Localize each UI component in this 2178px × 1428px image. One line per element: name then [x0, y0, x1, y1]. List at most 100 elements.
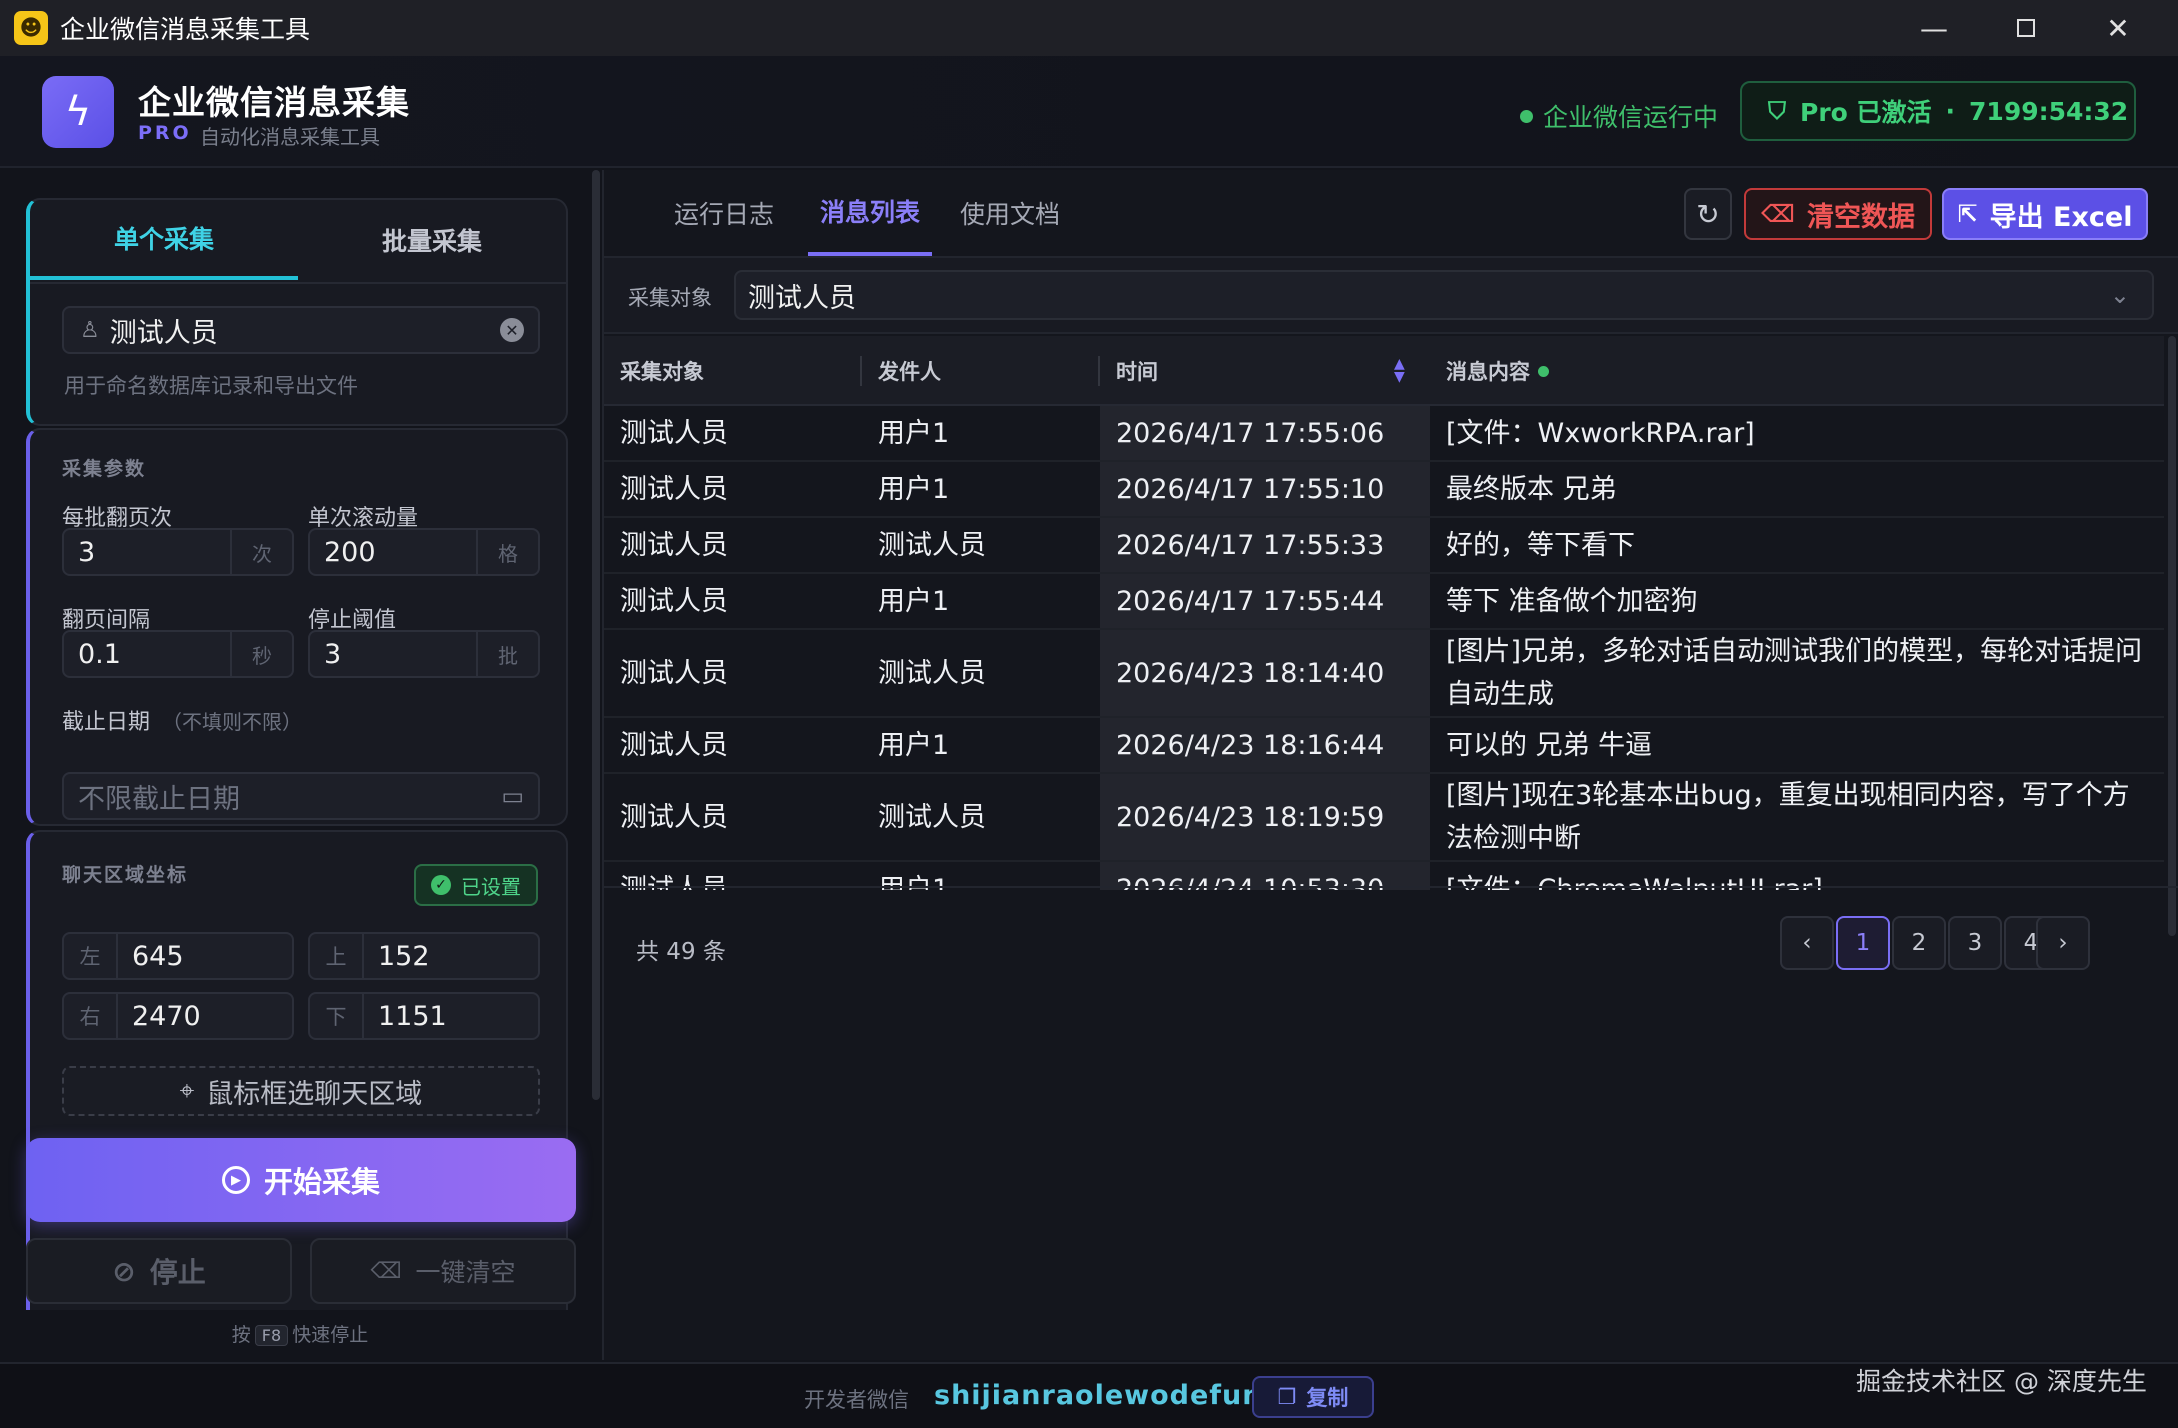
params-title: 采集参数	[62, 458, 147, 480]
cell-sender: 测试人员	[878, 529, 986, 561]
coords-status-text: 已设置	[461, 874, 521, 899]
stop-threshold-unit: 批	[476, 632, 538, 676]
tab-docs[interactable]: 使用文档	[948, 170, 1072, 256]
license-timer: 7199:54:32	[1969, 96, 2129, 126]
license-status: Pro 已激活	[1800, 98, 1932, 127]
col-sender: 发件人	[878, 360, 941, 384]
tab-batch-collect[interactable]: 批量采集	[298, 200, 566, 280]
collect-mode-card: 单个采集 批量采集 ♙ 测试人员 ✕ 用于命名数据库记录和导出文件	[26, 198, 568, 426]
license-pill: ⛉ Pro 已激活 · 7199:54:32	[1740, 81, 2136, 141]
table-row[interactable]: 测试人员 用户1 2026/4/17 17:55:10 最终版本 兄弟	[604, 462, 2164, 518]
cell-target: 测试人员	[620, 801, 728, 833]
clear-input-icon[interactable]: ✕	[500, 318, 524, 342]
hint-pre: 按	[231, 1324, 251, 1346]
start-collect-button[interactable]: ▶ 开始采集	[26, 1138, 576, 1222]
table-row[interactable]: 测试人员 测试人员 2026/4/23 18:19:59 [图片]现在3轮基本出bug…	[604, 774, 2164, 862]
page-button-1[interactable]: 1	[1836, 916, 1890, 970]
page-interval-field[interactable]: 0.1 秒	[62, 630, 294, 678]
tab-run-log[interactable]: 运行日志	[654, 170, 794, 256]
cell-sender: 用户1	[878, 417, 950, 449]
coord-top-field[interactable]: 上 152	[308, 932, 540, 980]
hint-post: 快速停止	[292, 1324, 369, 1346]
window-title: 企业微信消息采集工具	[60, 15, 311, 44]
export-excel-label: 导出 Excel	[1989, 201, 2133, 233]
prev-page-button[interactable]: ‹	[1780, 916, 1834, 970]
table-row[interactable]: 测试人员 测试人员 2026/4/17 17:55:33 好的，等下看下	[604, 518, 2164, 574]
table-scrollbar[interactable]	[2168, 336, 2176, 936]
next-page-button[interactable]: ›	[2036, 916, 2090, 970]
table-header: 采集对象 发件人 时间 ▲ ▼ 消息内容	[604, 336, 2164, 406]
coord-left-value: 645	[132, 940, 184, 972]
col-target: 采集对象	[620, 360, 704, 384]
clear-data-button[interactable]: ⌫ 清空数据	[1744, 188, 1932, 240]
coord-bottom-field[interactable]: 下 1151	[308, 992, 540, 1040]
chevron-left-icon: ‹	[1802, 930, 1812, 956]
copy-label: 复制	[1306, 1386, 1349, 1410]
select-chat-area-button[interactable]: ⌖ 鼠标框选聊天区域	[62, 1066, 540, 1116]
export-excel-button[interactable]: ⇱ 导出 Excel	[1942, 188, 2148, 240]
table-row[interactable]: 测试人员 测试人员 2026/4/23 18:14:40 [图片]兄弟，多轮对话自动测…	[604, 630, 2164, 718]
page-interval-unit: 秒	[230, 632, 292, 676]
clear-data-label: 清空数据	[1806, 201, 1915, 233]
shield-check-icon: ⛉	[1768, 97, 1786, 125]
tab-divider	[30, 282, 568, 284]
coord-right-field[interactable]: 右 2470	[62, 992, 294, 1040]
wecom-status: 企业微信运行中	[1520, 98, 1718, 134]
cell-content: 好的，等下看下	[1446, 529, 1635, 561]
copy-button[interactable]: ❐ 复制	[1252, 1376, 1374, 1418]
tab-message-list[interactable]: 消息列表	[808, 170, 932, 256]
bottom-bar: 开发者微信 shijianraolewodefumu ❐ 复制	[0, 1362, 2178, 1428]
table-row[interactable]: 测试人员 用户1 2026/4/17 17:55:06 [文件：WxworkRPA.r…	[604, 406, 2164, 462]
scroll-amount-value: 200	[324, 536, 376, 568]
live-dot-icon	[1538, 365, 1549, 377]
cell-content: [图片]现在3轮基本出bug，重复出现相同内容，写了个方法检测中断	[1446, 780, 2130, 854]
pages-per-batch-field[interactable]: 3 次	[62, 528, 294, 576]
scroll-amount-field[interactable]: 200 格	[308, 528, 540, 576]
coord-left-field[interactable]: 左 645	[62, 932, 294, 980]
title-bar: ☻ 企业微信消息采集工具 — ✕	[0, 0, 2178, 56]
target-name-input[interactable]: ♙ 测试人员 ✕	[62, 306, 540, 354]
status-dot-icon	[1520, 109, 1533, 123]
stop-threshold-field[interactable]: 3 批	[308, 630, 540, 678]
eraser-icon: ⌫	[370, 1258, 402, 1284]
watermark: 掘金技术社区 @ 深度先生	[1856, 1367, 2147, 1396]
params-card: 采集参数 每批翻页次 3 次 单次滚动量 200 格 翻页间隔 0.1 秒 停止…	[26, 428, 568, 826]
cell-sender: 测试人员	[878, 657, 986, 689]
deadline-date-picker[interactable]: 不限截止日期 ▭	[62, 772, 540, 820]
calendar-icon: ▭	[501, 782, 524, 810]
target-filter-select[interactable]: 测试人员 ⌄	[734, 270, 2154, 320]
wecom-status-text: 企业微信运行中	[1543, 103, 1719, 132]
message-table-body: 测试人员 用户1 2026/4/17 17:55:06 [文件：WxworkRPA.r…	[604, 406, 2164, 890]
table-footer-divider	[604, 886, 2178, 888]
deadline-placeholder: 不限截止日期	[78, 783, 240, 815]
cell-content: 可以的 兄弟 牛逼	[1446, 729, 1653, 761]
table-row[interactable]: 测试人员 用户1 2026/4/23 18:16:44 可以的 兄弟 牛逼	[604, 718, 2164, 774]
sort-icon[interactable]: ▲ ▼	[1394, 357, 1405, 384]
target-filter-row: 采集对象 测试人员 ⌄	[604, 258, 2178, 334]
lightning-icon: ϟ	[42, 76, 114, 148]
col-time[interactable]: 时间	[1100, 336, 1158, 406]
cell-sender: 用户1	[878, 729, 950, 761]
cell-content: [图片]兄弟，多轮对话自动测试我们的模型，每轮对话提问自动生成	[1446, 636, 2143, 710]
minimize-button[interactable]: —	[1888, 0, 1980, 56]
tab-single-collect[interactable]: 单个采集	[30, 200, 298, 280]
stop-icon: ⊘	[112, 1254, 136, 1288]
stop-button[interactable]: ⊘ 停止	[26, 1238, 292, 1304]
maximize-button[interactable]	[1980, 0, 2072, 56]
target-filter-label: 采集对象	[628, 286, 712, 310]
refresh-button[interactable]: ↻	[1684, 188, 1732, 240]
check-circle-icon: ✓	[431, 875, 451, 895]
page-button-2[interactable]: 2	[1892, 916, 1946, 970]
close-button[interactable]: ✕	[2072, 0, 2164, 56]
coords-title: 聊天区域坐标	[62, 864, 189, 886]
page-button-3[interactable]: 3	[1948, 916, 2002, 970]
f8-key: F8	[254, 1325, 289, 1346]
left-scrollbar[interactable]	[592, 170, 600, 1100]
table-row[interactable]: 测试人员 用户1 2026/4/17 17:55:44 等下 准备做个加密狗	[604, 574, 2164, 630]
page-interval-value: 0.1	[78, 638, 121, 670]
cell-sender: 测试人员	[878, 801, 986, 833]
cell-target: 测试人员	[620, 657, 728, 689]
clear-all-button[interactable]: ⌫ 一键清空	[310, 1238, 576, 1304]
app-subtitle: 自动化消息采集工具	[200, 125, 380, 149]
deadline-label-text: 截止日期	[62, 710, 151, 735]
